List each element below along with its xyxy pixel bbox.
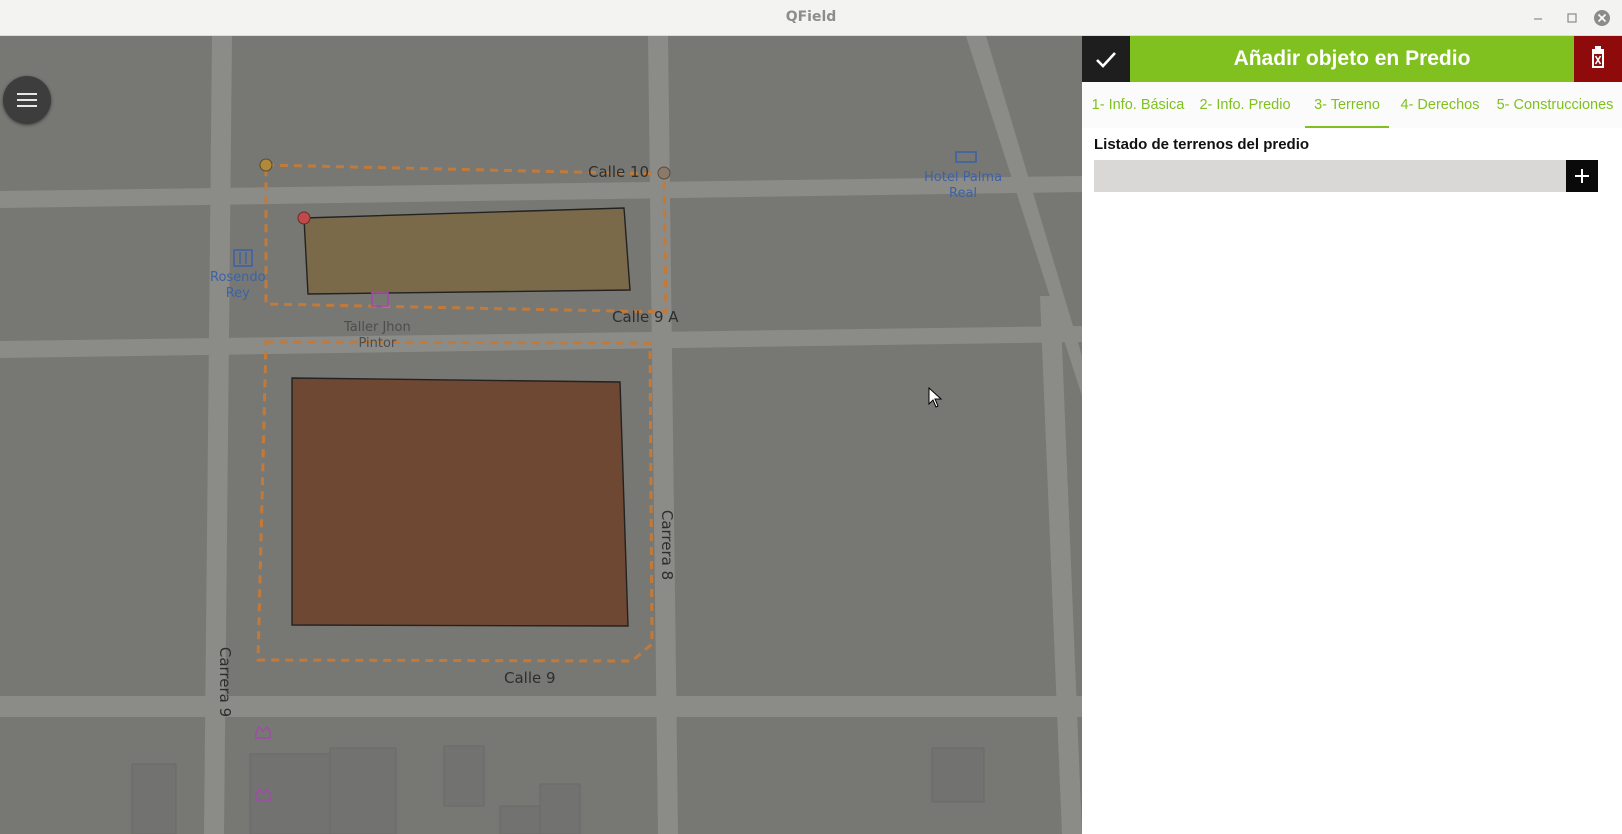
hotel-poi-icon: [955, 151, 977, 163]
map-graphics: [0, 36, 1082, 834]
check-icon: [1096, 52, 1116, 68]
form-tabs: 1- Info. Básica 2- Info. Predio 3- Terre…: [1082, 82, 1622, 128]
confirm-button[interactable]: [1082, 36, 1130, 82]
tab-derechos[interactable]: 4- Derechos: [1398, 82, 1482, 128]
close-icon[interactable]: [1592, 8, 1612, 28]
form-title: Añadir objeto en Predio: [1130, 36, 1574, 82]
feature-form-panel: Añadir objeto en Predio 1- Info. Básica …: [1082, 36, 1622, 834]
tab-construcciones[interactable]: 5- Construcciones: [1494, 82, 1616, 128]
street-label: Carrera 9: [216, 646, 235, 718]
window-title: QField: [785, 9, 837, 25]
maximize-icon[interactable]: [1562, 8, 1582, 28]
section-label: Listado de terrenos del predio: [1094, 136, 1310, 153]
plus-icon: [1575, 169, 1589, 183]
minimize-icon[interactable]: [1528, 8, 1548, 28]
tab-info-basica[interactable]: 1- Info. Básica: [1090, 82, 1186, 128]
poi-label: Taller Jhon Pintor: [344, 320, 411, 351]
terrenos-list[interactable]: [1094, 160, 1566, 192]
tab-terreno[interactable]: 3- Terreno: [1305, 82, 1389, 128]
map-canvas[interactable]: Calle 10 Calle 9 A Calle 9 Carrera 8 Car…: [0, 36, 1082, 834]
form-header: Añadir objeto en Predio: [1082, 36, 1622, 82]
street-label: Calle 9 A: [612, 308, 679, 326]
hamburger-menu-icon[interactable]: [3, 76, 51, 124]
trash-icon: [1592, 46, 1604, 68]
tab-info-predio[interactable]: 2- Info. Predio: [1196, 82, 1294, 128]
delete-button[interactable]: [1574, 36, 1622, 82]
street-label: Calle 10: [588, 163, 650, 181]
street-label: Calle 9: [504, 669, 556, 687]
street-label: Carrera 8: [658, 509, 677, 581]
car-repair-poi-icon: [371, 292, 389, 307]
add-terreno-button[interactable]: [1566, 160, 1598, 192]
mouse-cursor-icon: [928, 386, 943, 408]
poi-label: Rosendo Rey: [210, 270, 266, 301]
poi-label: Hotel Palma Real: [924, 170, 1003, 201]
window-titlebar: QField: [0, 0, 1622, 36]
bank-poi-icon: [233, 249, 253, 267]
